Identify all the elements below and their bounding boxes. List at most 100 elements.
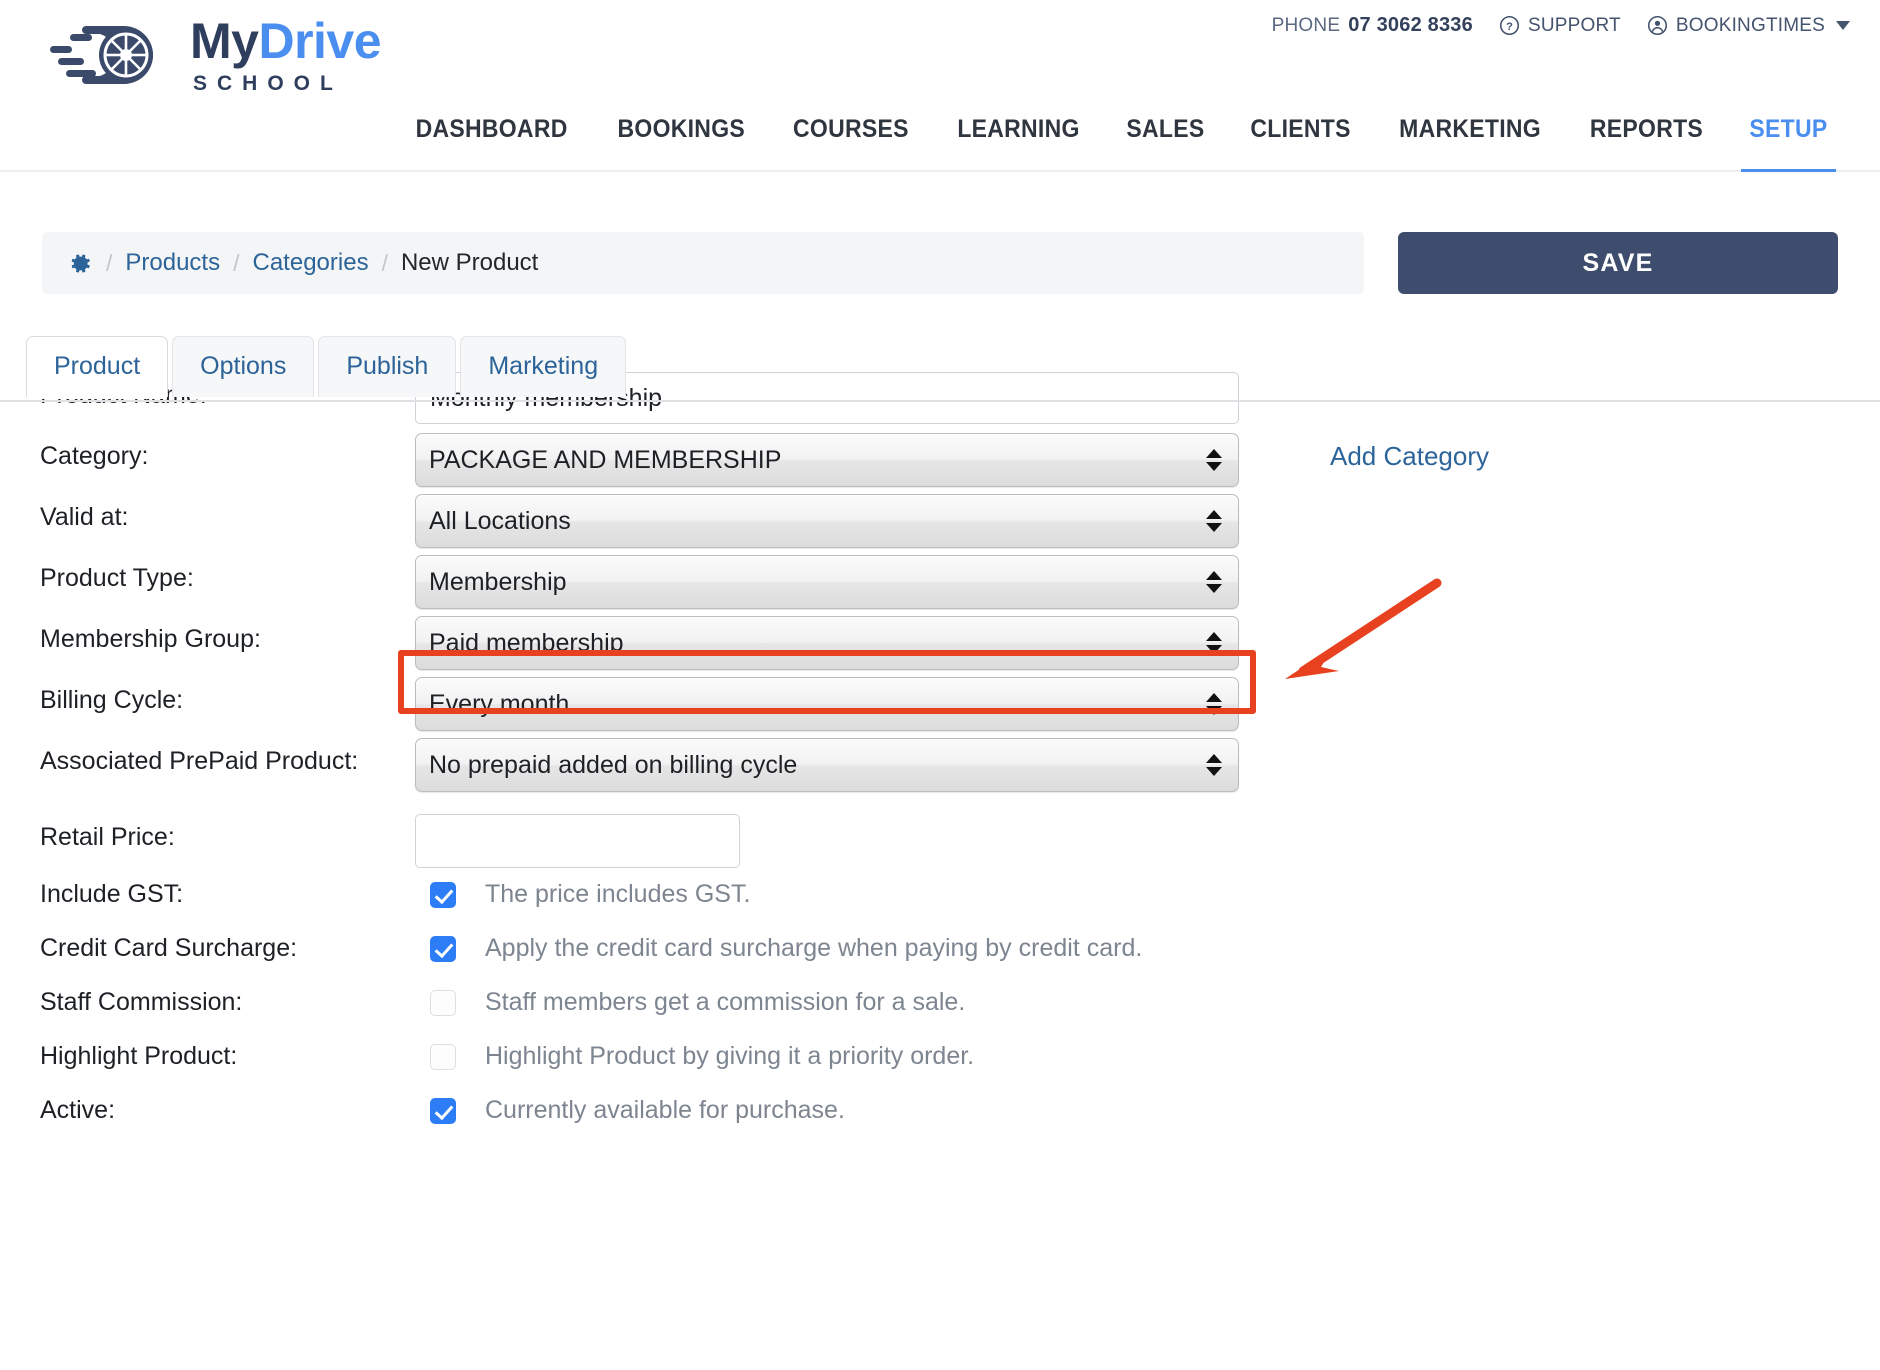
account-menu[interactable]: BOOKINGTIMES: [1647, 15, 1850, 37]
prepaid-product-select[interactable]: No prepaid added on billing cycle: [415, 738, 1239, 792]
valid-at-select-value: All Locations: [429, 506, 571, 535]
credit-card-surcharge-checkbox[interactable]: [430, 935, 456, 962]
label-prepaid-product: Associated PrePaid Product:: [40, 747, 359, 775]
logo-word-my: My: [190, 13, 259, 69]
retail-price-input[interactable]: [415, 814, 740, 868]
nav-item-setup[interactable]: SETUP: [1732, 115, 1845, 170]
stepper-arrows-icon: [1206, 571, 1222, 593]
breadcrumb-item-categories[interactable]: Categories: [253, 249, 369, 277]
category-select[interactable]: PACKAGE AND MEMBERSHIP: [415, 433, 1239, 487]
active-text: Currently available for purchase.: [485, 1096, 845, 1124]
add-category-link[interactable]: Add Category: [1330, 441, 1489, 472]
include-gst-text: The price includes GST.: [485, 880, 751, 908]
form-row-category: Category: PACKAGE AND MEMBERSHIP Add Cat…: [40, 433, 1840, 487]
form-row-product-type: Product Type: Membership: [40, 555, 1840, 609]
label-highlight-product: Highlight Product:: [40, 1042, 238, 1071]
nav-item-courses[interactable]: COURSES: [776, 115, 927, 170]
nav-item-clients[interactable]: CLIENTS: [1233, 115, 1368, 170]
phone-label: PHONE: [1271, 14, 1341, 36]
tab-bar: Product Options Publish Marketing: [26, 336, 627, 399]
label-valid-at: Valid at:: [40, 503, 129, 531]
include-gst-checkbox[interactable]: [430, 881, 456, 908]
breadcrumb-separator-1: /: [106, 249, 113, 276]
logo-text: MyDrive SCHOOL: [190, 13, 382, 95]
product-type-select-value: Membership: [429, 567, 567, 596]
staff-commission-text: Staff members get a commission for a sal…: [485, 988, 966, 1016]
billing-cycle-select-value: Every month: [429, 689, 570, 718]
breadcrumb-separator-3: /: [381, 249, 388, 276]
label-active: Active:: [40, 1096, 116, 1125]
main-navigation: DASHBOARD BOOKINGS COURSES LEARNING SALES CLI…: [390, 115, 1850, 172]
support-label: SUPPORT: [1527, 14, 1621, 36]
form-row-active: Active: Currently available for purchase…: [40, 1096, 1840, 1125]
stepper-arrows-icon: [1206, 510, 1222, 532]
logo-subtitle: SCHOOL: [193, 72, 343, 95]
label-staff-commission: Staff Commission:: [40, 988, 243, 1017]
product-type-select[interactable]: Membership: [415, 555, 1239, 609]
caret-down-icon: [1836, 21, 1850, 30]
utility-bar: PHONE 07 3062 8336 ? SUPPORT BOOKINGTIME…: [1272, 14, 1850, 37]
page-header: MyDrive SCHOOL PHONE 07 3062 8336 ? SUPP…: [0, 0, 1880, 172]
form-row-billing-cycle: Billing Cycle: Every month: [40, 677, 1840, 731]
form-row-include-gst: Include GST: The price includes GST.: [40, 880, 1840, 909]
logo-word-drive: Drive: [258, 13, 382, 69]
nav-item-bookings[interactable]: BOOKINGS: [600, 115, 762, 170]
tab-options[interactable]: Options: [172, 336, 315, 397]
logo[interactable]: MyDrive SCHOOL: [48, 13, 382, 95]
tab-publish[interactable]: Publish: [318, 336, 457, 397]
nav-item-reports[interactable]: REPORTS: [1573, 115, 1721, 170]
breadcrumb-item-current: New Product: [400, 249, 539, 276]
label-product-type: Product Type:: [40, 564, 194, 592]
breadcrumb-row: / Products / Categories / New Product SA…: [0, 232, 1880, 294]
form-row-highlight-product: Highlight Product: Highlight Product by …: [40, 1042, 1840, 1071]
breadcrumb: / Products / Categories / New Product: [42, 232, 1364, 294]
label-credit-card-surcharge: Credit Card Surcharge:: [40, 934, 298, 963]
prepaid-product-select-value: No prepaid added on billing cycle: [429, 750, 798, 779]
breadcrumb-item-products[interactable]: Products: [125, 249, 220, 277]
form-row-membership-group: Membership Group: Paid membership: [40, 616, 1840, 670]
breadcrumb-separator-2: /: [233, 249, 240, 276]
wheel-speed-icon: [50, 26, 153, 84]
form-row-retail-price: Retail Price:: [40, 814, 1840, 868]
label-include-gst: Include GST:: [40, 880, 184, 909]
label-retail-price: Retail Price:: [40, 823, 175, 851]
user-circle-icon: [1647, 15, 1667, 36]
membership-group-select-value: Paid membership: [429, 628, 624, 657]
gear-icon[interactable]: [68, 251, 93, 276]
label-billing-cycle: Billing Cycle:: [40, 686, 184, 714]
nav-item-sales[interactable]: SALES: [1109, 115, 1222, 170]
label-membership-group: Membership Group:: [40, 625, 261, 653]
nav-item-marketing[interactable]: MARKETING: [1382, 115, 1559, 170]
nav-item-dashboard[interactable]: DASHBOARD: [398, 115, 585, 170]
membership-group-select[interactable]: Paid membership: [415, 616, 1239, 670]
tab-product[interactable]: Product: [26, 336, 169, 399]
tab-marketing[interactable]: Marketing: [460, 336, 627, 397]
stepper-arrows-icon: [1206, 754, 1222, 776]
staff-commission-checkbox[interactable]: [430, 989, 456, 1016]
phone-number: 07 3062 8336: [1348, 14, 1473, 36]
credit-card-surcharge-text: Apply the credit card surcharge when pay…: [485, 934, 1143, 962]
form-row-staff-commission: Staff Commission: Staff members get a co…: [40, 988, 1840, 1017]
stepper-arrows-icon: [1206, 449, 1222, 471]
active-checkbox[interactable]: [430, 1097, 456, 1124]
support-link[interactable]: ? SUPPORT: [1499, 15, 1621, 37]
billing-cycle-select[interactable]: Every month: [415, 677, 1239, 731]
save-button[interactable]: SAVE: [1398, 232, 1838, 294]
category-select-value: PACKAGE AND MEMBERSHIP: [429, 445, 782, 474]
question-circle-icon: ?: [1499, 15, 1519, 36]
stepper-arrows-icon: [1206, 693, 1222, 715]
tab-bar-divider: [0, 400, 1880, 402]
stepper-arrows-icon: [1206, 632, 1222, 654]
phone-info: PHONE 07 3062 8336: [1272, 14, 1473, 37]
account-label: BOOKINGTIMES: [1675, 14, 1825, 36]
valid-at-select[interactable]: All Locations: [415, 494, 1239, 548]
form-row-credit-card-surcharge: Credit Card Surcharge: Apply the credit …: [40, 934, 1840, 963]
nav-active-underline: [1740, 169, 1836, 172]
form-row-prepaid-product: Associated PrePaid Product: No prepaid a…: [40, 738, 1840, 792]
label-category: Category:: [40, 442, 149, 470]
nav-item-learning[interactable]: LEARNING: [940, 115, 1097, 170]
highlight-product-checkbox[interactable]: [430, 1043, 456, 1070]
form-row-valid-at: Valid at: All Locations: [40, 494, 1840, 548]
svg-text:?: ?: [1506, 21, 1513, 33]
highlight-product-text: Highlight Product by giving it a priorit…: [485, 1042, 975, 1070]
